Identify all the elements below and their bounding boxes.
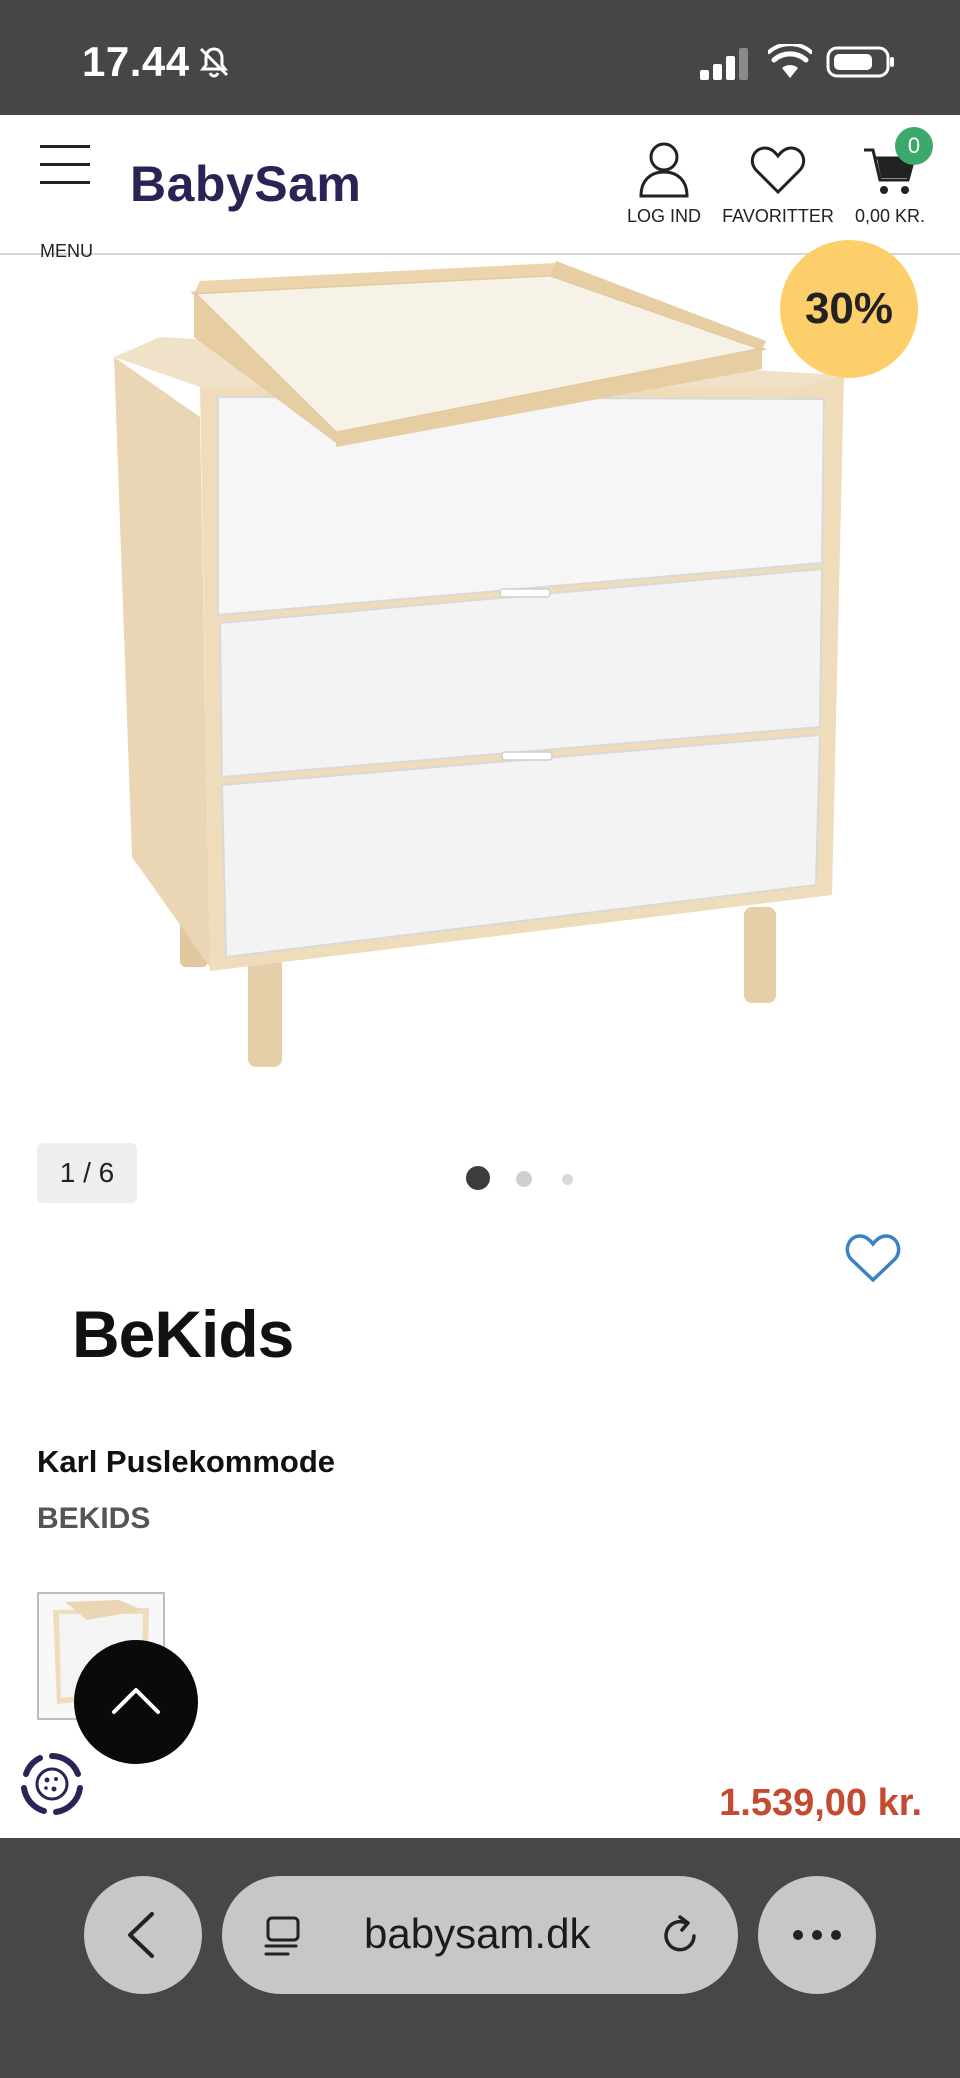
hamburger-bar — [40, 163, 90, 166]
reader-mode-icon[interactable] — [262, 1914, 306, 1958]
user-icon — [639, 142, 689, 198]
login-button[interactable]: LOG IND — [622, 140, 706, 227]
product-image[interactable] — [0, 257, 960, 1097]
hamburger-bar — [40, 181, 90, 184]
cart-count-badge: 0 — [895, 127, 933, 165]
site-header: MENU BabySam LOG IND FAVORITTER 0,00 KR. — [0, 115, 960, 261]
hamburger-bar — [40, 145, 90, 148]
heart-icon — [750, 146, 806, 195]
brand-logo[interactable]: BeKids — [72, 1296, 294, 1372]
scroll-to-top-button[interactable] — [74, 1640, 198, 1764]
browser-toolbar: babysam.dk — [0, 1838, 960, 2078]
favorites-label: FAVORITTER — [722, 206, 834, 226]
bell-muted-icon — [199, 47, 229, 78]
menu-button[interactable]: MENU — [36, 145, 100, 261]
product-price: 1.539,00 kr. — [719, 1782, 922, 1824]
cart-total: 0,00 KR. — [854, 206, 926, 226]
ellipsis-icon — [793, 1930, 841, 1940]
address-bar[interactable]: babysam.dk — [222, 1876, 738, 1994]
changing-dresser-illustration — [114, 261, 844, 1067]
more-options-button[interactable] — [758, 1876, 876, 1994]
carousel-dot[interactable] — [516, 1171, 532, 1187]
cellular-signal-icon — [700, 48, 748, 80]
browser-back-button[interactable] — [84, 1876, 202, 1994]
login-label: LOG IND — [626, 206, 701, 226]
status-time: 17.44 — [82, 38, 190, 85]
carousel-dot[interactable] — [562, 1174, 573, 1185]
url-text[interactable]: babysam.dk — [364, 1910, 590, 1958]
status-bar: 17.44 — [0, 0, 960, 115]
favorites-button[interactable]: FAVORITTER — [720, 140, 836, 227]
add-to-favorites-heart-icon[interactable] — [844, 1232, 902, 1284]
wifi-icon — [768, 44, 812, 78]
carousel-dot[interactable] — [466, 1166, 490, 1190]
site-logo[interactable]: BabySam — [130, 155, 361, 213]
chevron-left-icon — [128, 1912, 154, 1958]
product-brand[interactable]: BEKIDS — [37, 1502, 150, 1536]
chevron-up-icon — [112, 1688, 160, 1714]
discount-badge: 30% — [780, 240, 918, 378]
carousel-dots — [466, 1166, 586, 1194]
reload-icon[interactable] — [658, 1912, 704, 1958]
cookie-settings-icon[interactable] — [16, 1748, 88, 1820]
product-title: Karl Puslekommode — [37, 1444, 336, 1479]
battery-icon — [826, 46, 894, 78]
image-counter: 1 / 6 — [37, 1143, 137, 1203]
